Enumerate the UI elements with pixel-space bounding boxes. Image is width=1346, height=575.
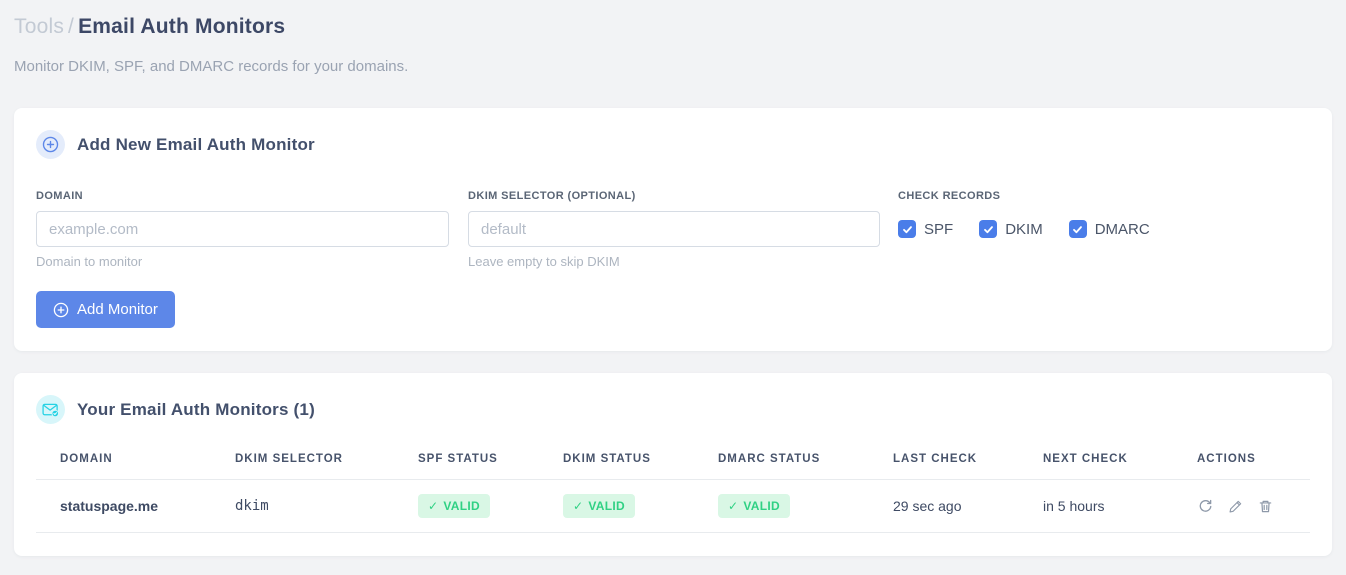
checkbox-dkim-label: DKIM bbox=[1005, 220, 1043, 238]
monitor-domain: statuspage.me bbox=[36, 479, 211, 533]
monitor-next-check: in 5 hours bbox=[1019, 479, 1173, 533]
table-row: statuspage.me dkim ✓ VALID ✓ VALID ✓ VALID … bbox=[36, 479, 1310, 533]
check-records-options: SPF DKIM DMARC bbox=[898, 211, 1150, 247]
add-monitor-form: DOMAIN Domain to monitor DKIM SELECTOR (… bbox=[36, 190, 1310, 269]
email-auth-monitors-page: Tools / Email Auth Monitors Monitor DKIM, … bbox=[0, 0, 1346, 556]
breadcrumb-tools-link[interactable]: Tools bbox=[14, 15, 64, 38]
edit-icon[interactable] bbox=[1227, 498, 1244, 515]
add-monitor-card-title: Add New Email Auth Monitor bbox=[77, 134, 315, 154]
add-monitor-card: Add New Email Auth Monitor DOMAIN Domain… bbox=[14, 108, 1332, 351]
check-icon: ✓ bbox=[728, 499, 739, 513]
checkbox-dmarc[interactable]: DMARC bbox=[1068, 220, 1150, 238]
breadcrumb: Tools / Email Auth Monitors bbox=[14, 12, 1332, 42]
add-monitor-button-label: Add Monitor bbox=[77, 301, 158, 318]
monitors-card-header: Your Email Auth Monitors (1) bbox=[36, 395, 1310, 424]
column-header-domain: DOMAIN bbox=[36, 441, 211, 480]
dmarc-status-badge: ✓ VALID bbox=[718, 494, 790, 518]
spf-status-cell: ✓ VALID bbox=[394, 479, 539, 533]
dkim-status-cell: ✓ VALID bbox=[539, 479, 694, 533]
checkbox-dkim[interactable]: DKIM bbox=[979, 220, 1043, 238]
table-header-row: DOMAIN DKIM SELECTOR SPF STATUS DKIM STA… bbox=[36, 441, 1310, 480]
check-records-label: CHECK RECORDS bbox=[898, 190, 1001, 202]
dkim-selector-field-group: DKIM SELECTOR (OPTIONAL) Leave empty to … bbox=[468, 190, 880, 269]
domain-field-label: DOMAIN bbox=[36, 190, 84, 202]
column-header-dkim-selector: DKIM SELECTOR bbox=[211, 441, 394, 480]
circle-plus-icon bbox=[36, 130, 65, 159]
checkbox-checked-icon bbox=[898, 220, 916, 238]
page-title: Email Auth Monitors bbox=[78, 15, 286, 38]
column-header-last-check: LAST CHECK bbox=[869, 441, 1019, 480]
column-header-next-check: NEXT CHECK bbox=[1019, 441, 1173, 480]
column-header-spf-status: SPF STATUS bbox=[394, 441, 539, 480]
monitors-card-title: Your Email Auth Monitors (1) bbox=[77, 399, 315, 419]
actions-cell bbox=[1173, 479, 1310, 533]
monitor-last-check: 29 sec ago bbox=[869, 479, 1019, 533]
check-icon: ✓ bbox=[573, 499, 584, 513]
circle-plus-icon bbox=[53, 302, 69, 318]
page-subtitle: Monitor DKIM, SPF, and DMARC records for… bbox=[14, 58, 409, 75]
breadcrumb-separator: / bbox=[68, 15, 75, 38]
add-monitor-button[interactable]: Add Monitor bbox=[36, 291, 175, 328]
dkim-selector-field-helper: Leave empty to skip DKIM bbox=[468, 254, 620, 269]
spf-status-badge: ✓ VALID bbox=[418, 494, 490, 518]
column-header-dmarc-status: DMARC STATUS bbox=[694, 441, 869, 480]
add-monitor-card-header: Add New Email Auth Monitor bbox=[36, 130, 1310, 159]
check-icon: ✓ bbox=[428, 499, 439, 513]
monitors-table: DOMAIN DKIM SELECTOR SPF STATUS DKIM STA… bbox=[36, 441, 1310, 533]
domain-input[interactable] bbox=[36, 211, 449, 247]
dmarc-status-cell: ✓ VALID bbox=[694, 479, 869, 533]
check-records-group: CHECK RECORDS SPF DKIM DMARC bbox=[898, 190, 1150, 247]
domain-field-group: DOMAIN Domain to monitor bbox=[36, 190, 449, 269]
monitors-list-card: Your Email Auth Monitors (1) DOMAIN DKIM… bbox=[14, 373, 1332, 556]
domain-field-helper: Domain to monitor bbox=[36, 254, 143, 269]
delete-icon[interactable] bbox=[1257, 498, 1274, 515]
column-header-actions: ACTIONS bbox=[1173, 441, 1310, 480]
checkbox-checked-icon bbox=[1068, 220, 1087, 238]
checkbox-dmarc-label: DMARC bbox=[1094, 220, 1150, 238]
dkim-selector-input[interactable] bbox=[468, 211, 880, 247]
checkbox-spf[interactable]: SPF bbox=[898, 220, 953, 238]
monitor-dkim-selector: dkim bbox=[211, 479, 394, 533]
column-header-dkim-status: DKIM STATUS bbox=[539, 441, 694, 480]
dkim-status-badge: ✓ VALID bbox=[563, 494, 635, 518]
checkbox-spf-label: SPF bbox=[924, 220, 954, 238]
checkbox-checked-icon bbox=[979, 220, 998, 238]
email-check-icon bbox=[36, 395, 65, 424]
dkim-selector-field-label: DKIM SELECTOR (OPTIONAL) bbox=[468, 190, 636, 202]
refresh-icon[interactable] bbox=[1197, 498, 1214, 515]
